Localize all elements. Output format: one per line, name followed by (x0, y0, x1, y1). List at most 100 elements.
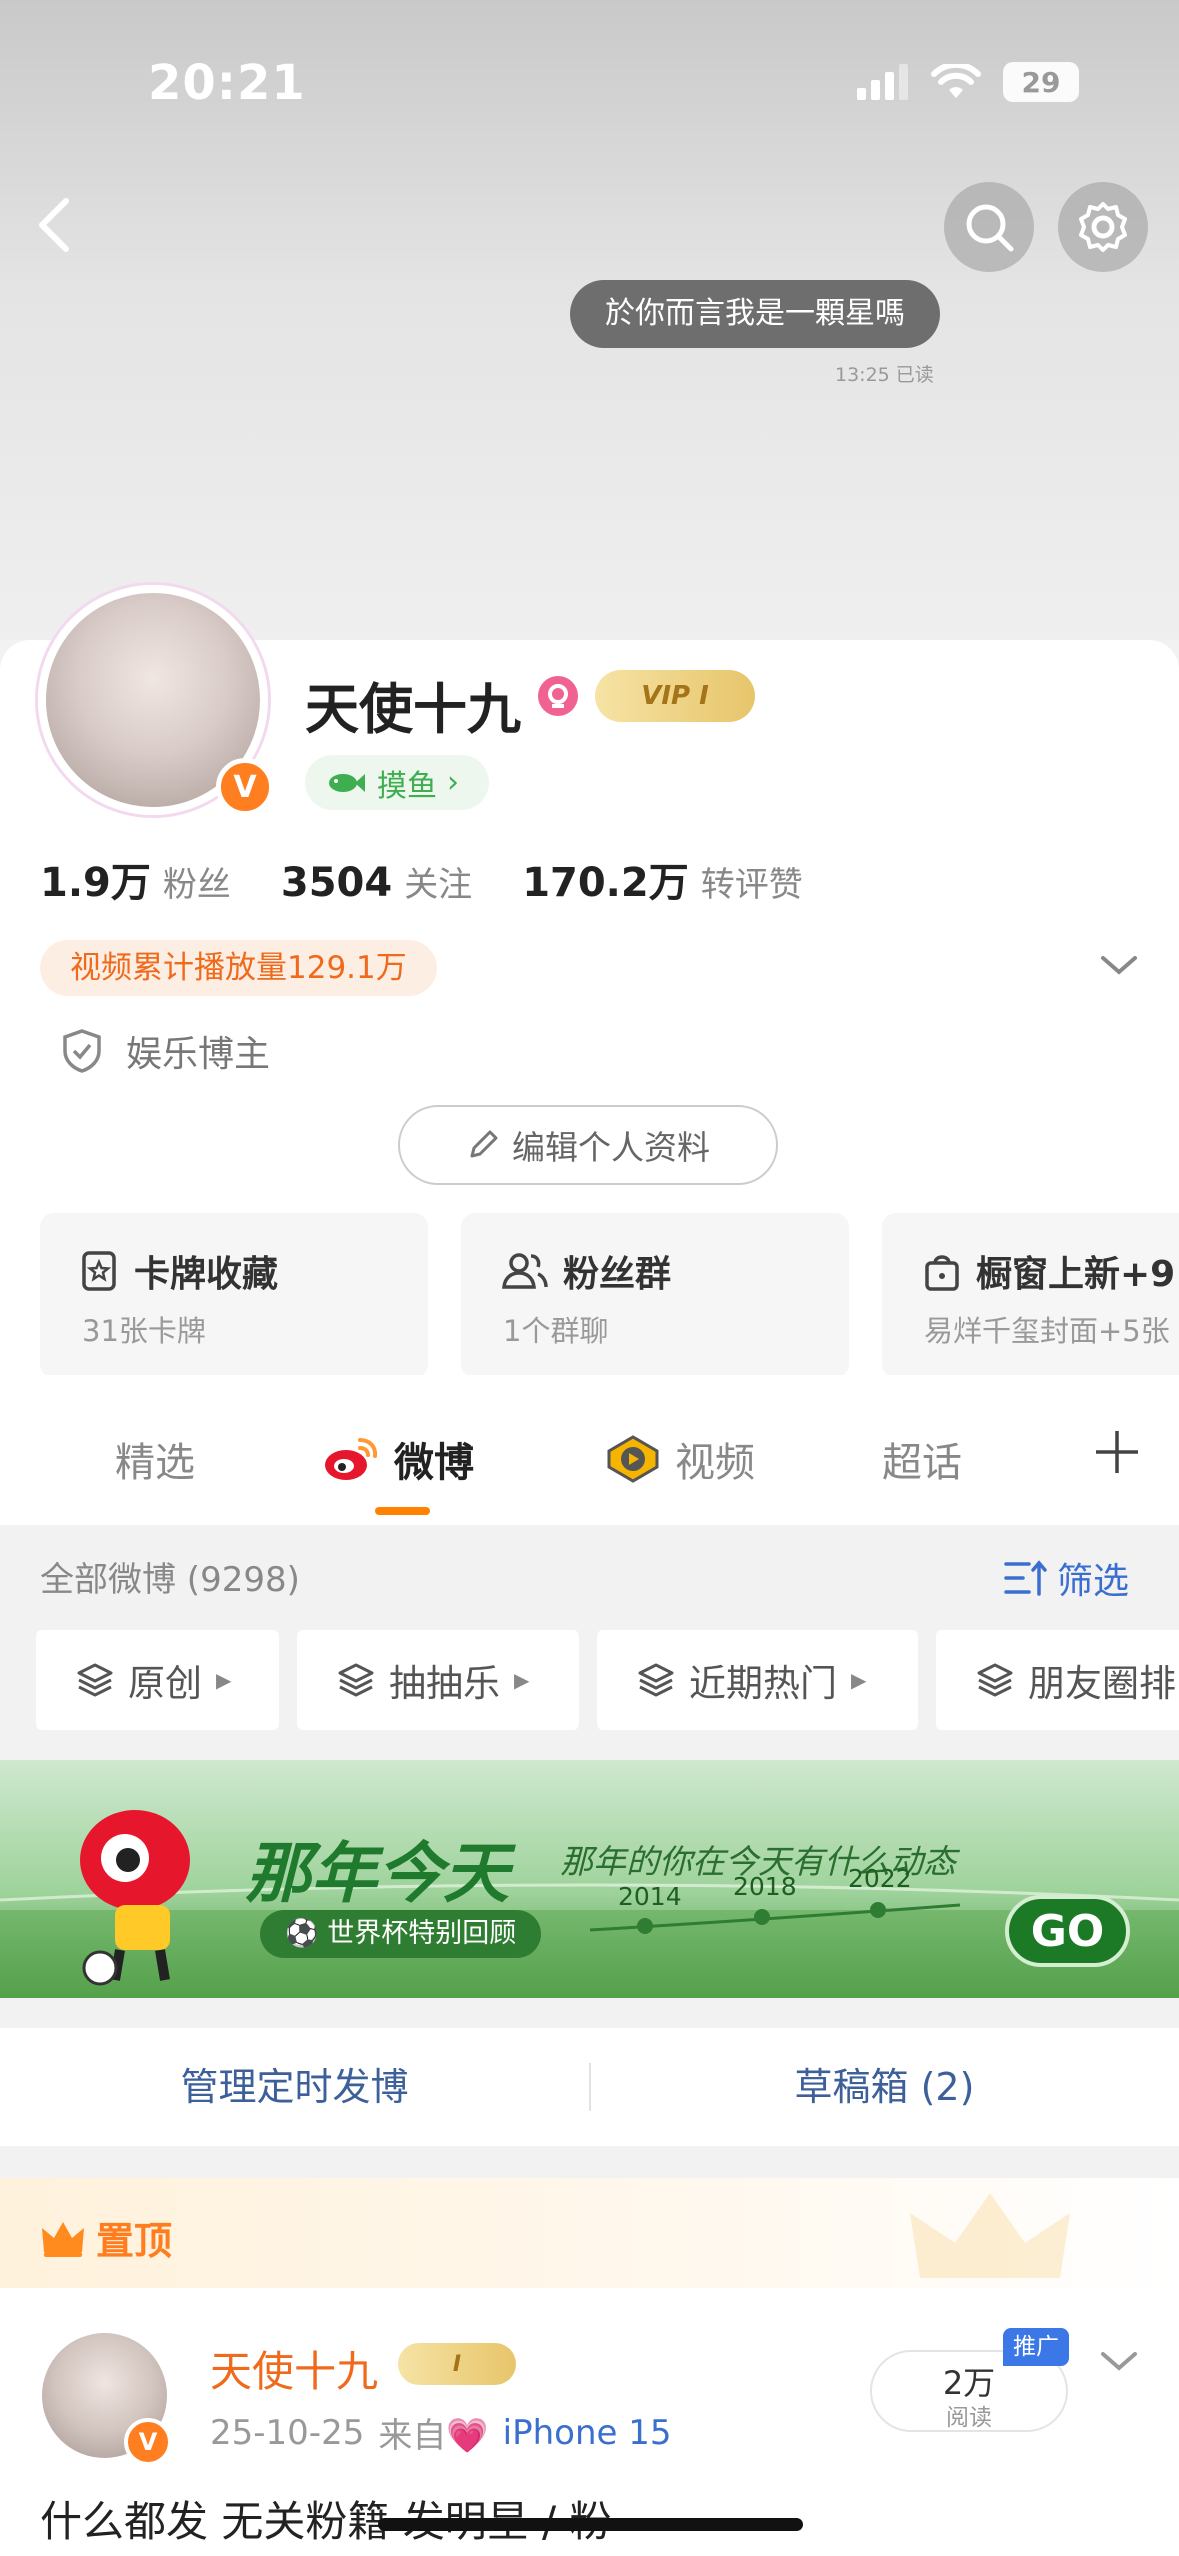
post-author-avatar[interactable]: V (42, 2333, 172, 2466)
avatar[interactable]: V (38, 585, 274, 816)
gear-icon (1079, 202, 1127, 252)
wifi-icon (931, 64, 981, 98)
tab-supertopic[interactable]: 超话 (882, 1430, 962, 1488)
profile-tabs: 精选 微博 视频 超话 (0, 1375, 1179, 1525)
active-tab-indicator (375, 1507, 430, 1515)
heart-icon: 💗 (446, 2416, 489, 2456)
caret-right-icon: ▶ (851, 1668, 867, 1692)
plus-icon (1096, 1431, 1138, 1473)
stat-likes[interactable]: 170.2万 转评赞 (522, 850, 803, 908)
status-time: 20:21 (148, 55, 306, 111)
chevron-down-icon (1101, 2352, 1137, 2371)
chevron-down-icon (1101, 956, 1137, 975)
card-collection[interactable]: 卡牌收藏 31张卡牌 (40, 1213, 428, 1378)
card-collection-title: 卡牌收藏 (134, 1254, 279, 1295)
post-menu-button[interactable] (1098, 2346, 1140, 2380)
role-text: 娱乐博主 (126, 1034, 271, 1075)
post-vip-badge: I (398, 2343, 516, 2385)
manage-scheduled-button[interactable]: 管理定时发博 (0, 2028, 589, 2146)
chevron-left-icon (39, 198, 69, 252)
chat-bubble-meta: 13:25 已读 (835, 364, 934, 386)
fish-icon (329, 773, 365, 792)
banner-title: 那年今天 (245, 1835, 509, 1912)
card-collection-sub: 31张卡牌 (82, 1314, 206, 1348)
status-tag[interactable]: 摸鱼 › (305, 755, 489, 810)
weibo-mascot-icon (80, 1810, 190, 1986)
edit-profile-label: 编辑个人资料 (512, 1128, 710, 1167)
add-tab-button[interactable] (1092, 1427, 1142, 1481)
video-icon (607, 1435, 659, 1483)
pinned-post[interactable]: 置顶 V 天使十九 I 25-10-25 来自💗 iPhone 15 2万 阅读… (0, 2178, 1179, 2556)
manage-row: 管理定时发博 草稿箱 (2) (0, 2028, 1179, 2146)
edit-profile-button[interactable]: 编辑个人资料 (398, 1105, 778, 1185)
post-from: 来自💗 (378, 2416, 489, 2456)
shield-icon (63, 1029, 101, 1073)
layers-icon (77, 1663, 113, 1697)
pinned-bar (0, 2178, 1179, 2288)
layers-icon (638, 1663, 674, 1697)
post-date: 25-10-25 (210, 2412, 365, 2453)
expand-profile-button[interactable] (1098, 950, 1140, 984)
back-button[interactable] (30, 195, 80, 259)
card-showcase-title: 橱窗上新+9 (976, 1254, 1176, 1295)
chevron-right-icon: › (447, 765, 459, 800)
stat-followers[interactable]: 1.9万 粉丝 (40, 850, 231, 908)
drafts-button[interactable]: 草稿箱 (2) (590, 2028, 1179, 2146)
profile-username: 天使十九 (305, 678, 521, 741)
tab-featured[interactable]: 精选 (115, 1430, 195, 1488)
chip-recent-hot[interactable]: 近期热门 ▶ (597, 1630, 918, 1730)
card-fan-group-sub: 1个群聊 (503, 1314, 609, 1348)
home-indicator (378, 2518, 803, 2531)
battery-indicator: 29 (1003, 62, 1079, 102)
banner-go-button[interactable]: GO (1005, 1895, 1130, 1967)
layers-icon (338, 1663, 374, 1697)
reads-label: 阅读 (946, 2405, 992, 2431)
chip-friends-rank[interactable]: 朋友圈排 (936, 1630, 1179, 1730)
group-icon (502, 1253, 548, 1289)
chip-original[interactable]: 原创 ▶ (36, 1630, 279, 1730)
banner-year: 2022 (848, 1864, 912, 1893)
chat-bubble: 於你而言我是一顆星嗎 (570, 280, 940, 348)
filter-label: 筛选 (1056, 1561, 1129, 1602)
settings-button[interactable] (1058, 182, 1148, 272)
on-this-day-banner[interactable]: 那年今天 那年的你在今天有什么动态 ⚽ 世界杯特别回顾 2014 2018 20… (0, 1760, 1179, 1998)
status-icons: 29 (857, 62, 1079, 102)
play-count-chip[interactable]: 视频累计播放量129.1万 (40, 940, 437, 996)
post-meta: 25-10-25 来自💗 iPhone 15 (210, 2408, 672, 2457)
all-posts-count: 全部微博 (9298) (40, 1560, 300, 1600)
status-tag-label: 摸鱼 (377, 768, 437, 804)
vip-badge[interactable]: VIP I (595, 670, 755, 722)
crown-decoration-icon (910, 2193, 1070, 2278)
search-button[interactable] (944, 182, 1034, 272)
tab-weibo[interactable]: 微博 (322, 1430, 474, 1488)
banner-year: 2014 (618, 1882, 682, 1911)
crown-icon (42, 2221, 84, 2257)
layers-icon (977, 1663, 1013, 1697)
card-fan-group-title: 粉丝群 (563, 1254, 672, 1295)
search-icon (966, 204, 1014, 252)
female-icon (538, 676, 578, 716)
pinned-label: 置顶 (40, 2210, 172, 2265)
pencil-icon (470, 1130, 498, 1158)
post-device[interactable]: iPhone 15 (503, 2413, 672, 2453)
banner-pill: ⚽ 世界杯特别回顾 (260, 1910, 542, 1958)
post-author-name[interactable]: 天使十九 (210, 2338, 378, 2399)
role-label: 娱乐博主 (60, 1025, 270, 1077)
verified-badge: V (216, 758, 274, 816)
caret-right-icon: ▶ (514, 1668, 530, 1692)
verified-badge: V (124, 2418, 172, 2466)
shopping-bag-icon (925, 1255, 959, 1291)
tab-video[interactable]: 视频 (605, 1430, 755, 1488)
card-fan-group[interactable]: 粉丝群 1个群聊 (461, 1213, 849, 1378)
card-showcase-sub: 易烊千玺封面+5张 (924, 1314, 1170, 1348)
card-showcase[interactable]: 橱窗上新+9 易烊千玺封面+5张 (882, 1213, 1179, 1378)
stat-following[interactable]: 3504 关注 (281, 857, 472, 906)
card-icon (82, 1251, 116, 1291)
filter-icon (1004, 1560, 1047, 1596)
promote-badge[interactable]: 推广 (1003, 2328, 1069, 2366)
caret-right-icon: ▶ (216, 1668, 232, 1692)
chip-lottery[interactable]: 抽抽乐 ▶ (297, 1630, 579, 1730)
profile-stats: 1.9万 粉丝 3504 关注 170.2万 转评赞 (40, 850, 803, 908)
weibo-logo-icon (325, 1438, 378, 1480)
filter-button[interactable]: 筛选 (1003, 1552, 1129, 1604)
